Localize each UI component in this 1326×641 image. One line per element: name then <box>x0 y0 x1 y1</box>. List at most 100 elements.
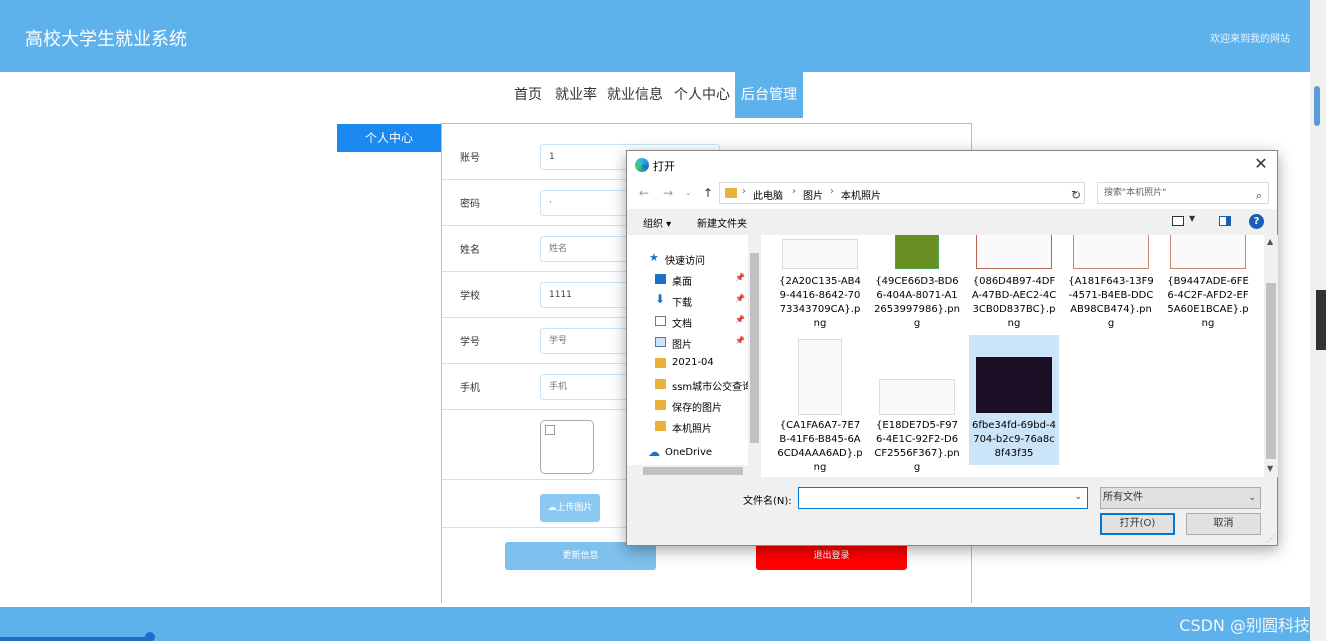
forward-arrow-icon[interactable]: → <box>663 186 673 200</box>
filename-input[interactable]: ⌄ <box>798 487 1088 509</box>
navigation-pane: ★ 快速访问 桌面 📌 ⬇ 下载 📌 文档 📌 图片 📌 2021-04 ssm… <box>627 235 761 477</box>
nav-pane-folder-2021-04[interactable]: 2021-04 <box>627 354 749 374</box>
sidebar-tab-personal-center[interactable]: 个人中心 <box>337 124 441 152</box>
nav-pane-scrollbar-thumb[interactable] <box>750 253 759 443</box>
file-thumbnail <box>976 235 1052 269</box>
update-info-button[interactable]: 更新信息 <box>505 542 656 570</box>
nav-pane-label: OneDrive <box>665 447 713 458</box>
main-nav: 首页 就业率 就业信息 个人中心 后台管理 <box>0 72 1310 118</box>
file-name: {B9447ADE-6FE6-4C2F-AFD2-EF5A60E1BCAE}.p… <box>1167 276 1249 329</box>
site-footer <box>0 607 1310 641</box>
refresh-icon[interactable]: ↻ <box>1071 188 1081 202</box>
nav-pane-folder-ssm[interactable]: ssm城市公交查询 <box>627 375 753 395</box>
search-icon[interactable]: ⌕ <box>1256 186 1262 206</box>
edge-browser-icon <box>635 158 649 172</box>
up-arrow-icon[interactable]: ↑ <box>703 186 713 200</box>
file-item-selected[interactable]: 6fbe34fd-69bd-4704-b2c9-76a8c8f43f35 <box>969 335 1059 465</box>
nav-item-admin[interactable]: 后台管理 <box>735 72 803 118</box>
organize-menu[interactable]: 组织 ▾ <box>643 215 671 230</box>
filetype-value: 所有文件 <box>1103 492 1143 503</box>
search-input[interactable]: 搜索"本机照片" ⌕ <box>1097 182 1269 204</box>
upload-image-button[interactable]: ☁上传图片 <box>540 494 600 522</box>
video-progress-handle[interactable] <box>145 632 155 641</box>
scroll-up-icon[interactable]: ▲ <box>1267 237 1273 246</box>
pin-icon: 📌 <box>735 273 745 282</box>
dialog-titlebar: 打开 ✕ <box>627 151 1277 179</box>
folder-icon <box>655 358 666 368</box>
view-options-icon[interactable] <box>1172 216 1184 226</box>
file-name: {086D4B97-4DFA-47BD-AEC2-4C3CB0D837BC}.p… <box>971 276 1057 329</box>
desktop-icon <box>655 274 666 284</box>
nav-pane-label: 快速访问 <box>665 256 705 267</box>
file-item[interactable]: {E18DE7D5-F976-4E1C-92F2-D6CF2556F367}.p… <box>872 335 962 473</box>
back-arrow-icon[interactable]: ← <box>639 186 649 200</box>
nav-pane-folder-saved-pictures[interactable]: 保存的图片 <box>627 396 749 416</box>
folder-icon <box>655 421 666 431</box>
site-header: 高校大学生就业系统 欢迎来到我的网站 <box>0 0 1310 72</box>
nav-pane-label: 图片 <box>672 340 692 351</box>
breadcrumb-local-photos[interactable]: 本机照片 <box>841 187 881 202</box>
nav-pane-onedrive[interactable]: ☁ OneDrive <box>627 444 749 464</box>
chevron-down-icon: ⌄ <box>1248 493 1256 503</box>
page-scrollbar-thumb[interactable] <box>1314 86 1320 126</box>
account-label: 账号 <box>460 153 480 164</box>
breadcrumb-separator: › <box>742 186 746 197</box>
nav-pane-label: 文档 <box>672 319 692 330</box>
nav-item-personal-center[interactable]: 个人中心 <box>668 72 736 118</box>
file-item[interactable]: {A181F643-13F9-4571-B4EB-DDCAB98CB474}.p… <box>1066 235 1156 353</box>
close-icon[interactable]: ✕ <box>1253 155 1269 173</box>
resize-grip-icon[interactable]: ⋰ <box>1267 534 1275 543</box>
breadcrumb-this-pc[interactable]: 此电脑 <box>753 187 783 202</box>
dialog-toolbar: 组织 ▾ 新建文件夹 ▼ ? <box>627 209 1277 235</box>
cloud-icon: ☁ <box>648 445 660 459</box>
nav-pane-desktop[interactable]: 桌面 📌 <box>627 270 749 290</box>
new-folder-button[interactable]: 新建文件夹 <box>697 215 747 230</box>
nav-item-employment-rate[interactable]: 就业率 <box>549 72 603 118</box>
file-thumbnail <box>976 357 1052 413</box>
watermark: CSDN @别圆科技 <box>1179 616 1310 635</box>
nav-pane-pictures[interactable]: 图片 📌 <box>627 333 749 353</box>
nav-item-employment-info[interactable]: 就业信息 <box>601 72 669 118</box>
breadcrumb-pictures[interactable]: 图片 <box>803 187 823 202</box>
cancel-button[interactable]: 取消 <box>1186 513 1261 535</box>
pin-icon: 📌 <box>735 336 745 345</box>
address-bar[interactable]: › 此电脑 › 图片 › 本机照片 ⌄ <box>719 182 1085 204</box>
file-thumbnail <box>798 339 842 415</box>
page-scrollbar-marker <box>1316 290 1326 350</box>
filename-label: 文件名(N): <box>743 496 792 507</box>
student-id-label: 学号 <box>460 337 480 348</box>
name-label: 姓名 <box>460 245 480 256</box>
recent-dropdown-icon[interactable]: ⌄ <box>685 188 692 197</box>
chevron-down-icon[interactable]: ▼ <box>1189 214 1195 223</box>
site-title: 高校大学生就业系统 <box>25 29 187 50</box>
help-icon[interactable]: ? <box>1249 214 1264 229</box>
school-label: 学校 <box>460 291 480 302</box>
nav-pane-label: ssm城市公交查询 <box>672 382 753 393</box>
file-item[interactable]: {B9447ADE-6FE6-4C2F-AFD2-EF5A60E1BCAE}.p… <box>1163 235 1253 353</box>
nav-pane-downloads[interactable]: ⬇ 下载 📌 <box>627 291 749 311</box>
nav-item-home[interactable]: 首页 <box>508 72 548 118</box>
nav-pane-label: 保存的图片 <box>672 403 722 414</box>
chevron-down-icon[interactable]: ⌄ <box>1074 492 1082 502</box>
video-progress-bar[interactable] <box>0 637 150 641</box>
breadcrumb-separator: › <box>792 186 796 197</box>
nav-pane-label: 桌面 <box>672 277 692 288</box>
filetype-select[interactable]: 所有文件 ⌄ <box>1100 487 1261 509</box>
nav-pane-hscrollbar-thumb[interactable] <box>643 467 743 475</box>
open-button[interactable]: 打开(O) <box>1100 513 1175 535</box>
preview-pane-icon[interactable] <box>1219 216 1231 226</box>
file-name: {A181F643-13F9-4571-B4EB-DDCAB98CB474}.p… <box>1068 276 1154 329</box>
file-list-scrollbar-thumb[interactable] <box>1266 283 1276 459</box>
nav-pane-quick-access[interactable]: ★ 快速访问 <box>627 249 749 269</box>
file-open-dialog: 打开 ✕ ← → ⌄ ↑ › 此电脑 › 图片 › 本机照片 ⌄ ↻ 搜索"本机… <box>626 150 1278 546</box>
nav-pane-folder-local-photos[interactable]: 本机照片 <box>627 417 749 437</box>
nav-pane-documents[interactable]: 文档 📌 <box>627 312 749 332</box>
password-label: 密码 <box>460 199 480 210</box>
file-item[interactable]: {CA1FA6A7-7E7B-41F6-B845-6A6CD4AAA6AD}.p… <box>775 335 865 473</box>
address-row: ← → ⌄ ↑ › 此电脑 › 图片 › 本机照片 ⌄ ↻ 搜索"本机照片" ⌕ <box>627 179 1277 209</box>
file-name: {CA1FA6A7-7E7B-41F6-B845-6A6CD4AAA6AD}.p… <box>777 420 863 473</box>
file-thumbnail <box>782 239 858 269</box>
logout-button[interactable]: 退出登录 <box>756 542 907 570</box>
file-thumbnail <box>895 235 939 269</box>
scroll-down-icon[interactable]: ▼ <box>1267 464 1273 473</box>
